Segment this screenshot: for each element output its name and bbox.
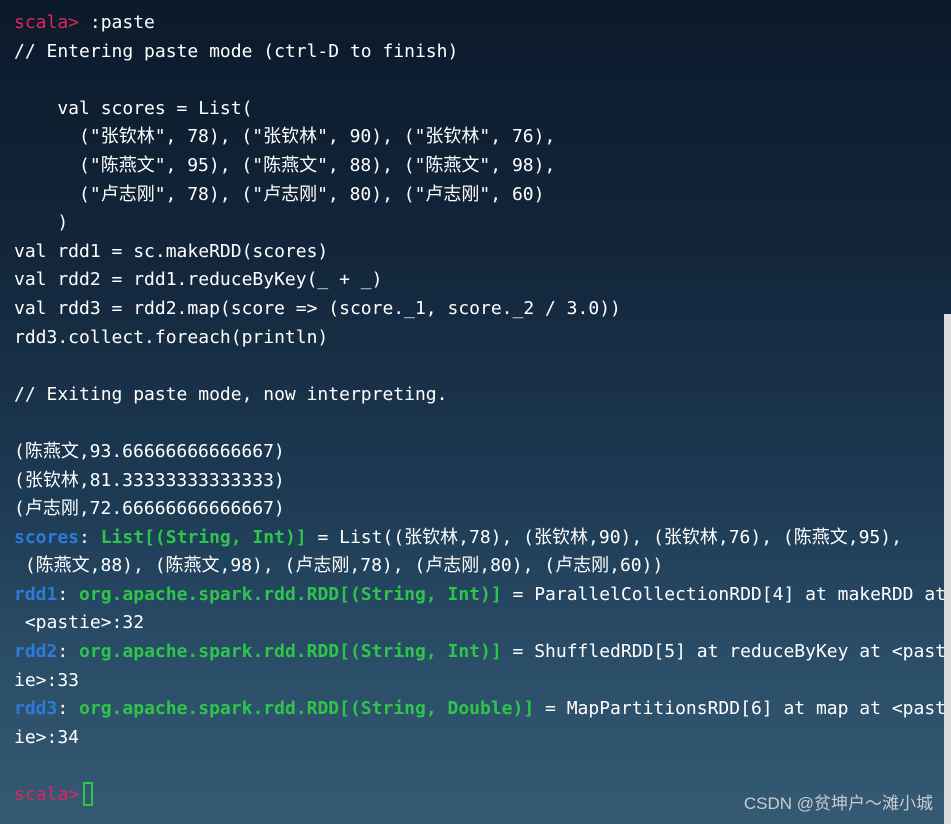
code-line: rdd3.collect.foreach(println) bbox=[14, 326, 329, 348]
output-line: (陈燕文,93.66666666666667) bbox=[14, 440, 285, 462]
prompt: scala> bbox=[14, 784, 80, 806]
result-identifier: rdd1 bbox=[14, 583, 58, 605]
result-identifier: scores bbox=[14, 526, 80, 548]
text-cursor[interactable] bbox=[83, 782, 94, 807]
command-text: :paste bbox=[89, 12, 155, 33]
result-rdd1-line1: rdd1: org.apache.spark.rdd.RDD[(String, … bbox=[14, 583, 947, 605]
result-value: = ParallelCollectionRDD[4] at makeRDD at bbox=[501, 583, 947, 605]
terminal-output[interactable]: scala> :paste // Entering paste mode (ct… bbox=[14, 9, 947, 810]
code-line: ) bbox=[14, 212, 69, 234]
code-line: val rdd2 = rdd1.reduceByKey(_ + _) bbox=[14, 269, 383, 291]
code-line: val rdd1 = sc.makeRDD(scores) bbox=[14, 240, 329, 262]
result-scores-line2: (陈燕文,88), (陈燕文,98), (卢志刚,78), (卢志刚,80), … bbox=[14, 555, 664, 577]
result-rdd3-line2: ie>:34 bbox=[14, 726, 80, 748]
exiting-paste-message: // Exiting paste mode, now interpreting. bbox=[14, 383, 448, 405]
output-line: (张钦林,81.33333333333333) bbox=[14, 469, 285, 491]
code-line: val rdd3 = rdd2.map(score => (score._1, … bbox=[14, 297, 621, 319]
result-value: = List((张钦林,78), (张钦林,90), (张钦林,76), (陈燕… bbox=[306, 526, 902, 548]
prompt-line: scala> :paste bbox=[14, 9, 944, 38]
result-rdd2-line1: rdd2: org.apache.spark.rdd.RDD[(String, … bbox=[14, 641, 947, 663]
result-type: org.apache.spark.rdd.RDD[(String, Int)] bbox=[79, 583, 502, 605]
result-type: List[(String, Int)] bbox=[100, 526, 307, 548]
result-type: org.apache.spark.rdd.RDD[(String, Int)] bbox=[79, 641, 502, 663]
result-value: = ShuffledRDD[5] at reduceByKey at <past bbox=[501, 641, 947, 663]
entering-paste-message: // Entering paste mode (ctrl-D to finish… bbox=[14, 40, 459, 62]
watermark: CSDN @贫坤户～滩小城 bbox=[743, 794, 933, 813]
result-scores-line1: scores: List[(String, Int)] = List((张钦林,… bbox=[14, 526, 902, 548]
result-rdd3-line1: rdd3: org.apache.spark.rdd.RDD[(String, … bbox=[14, 698, 947, 720]
result-rdd1-line2: <pastie>:32 bbox=[14, 612, 145, 634]
output-line: (卢志刚,72.66666666666667) bbox=[14, 498, 285, 520]
code-line: ("卢志刚", 78), ("卢志刚", 80), ("卢志刚", 60) bbox=[14, 183, 545, 205]
result-identifier: rdd2 bbox=[14, 641, 58, 663]
result-value: = MapPartitionsRDD[6] at map at <past bbox=[534, 698, 947, 720]
code-line: val scores = List( bbox=[14, 97, 253, 119]
code-line: ("张钦林", 78), ("张钦林", 90), ("张钦林", 76), bbox=[14, 126, 556, 148]
result-rdd2-line2: ie>:33 bbox=[14, 669, 80, 691]
scrollbar[interactable] bbox=[944, 314, 951, 824]
result-identifier: rdd3 bbox=[14, 698, 58, 720]
code-line: ("陈燕文", 95), ("陈燕文", 88), ("陈燕文", 98), bbox=[14, 154, 556, 176]
result-type: org.apache.spark.rdd.RDD[(String, Double… bbox=[79, 698, 535, 720]
prompt: scala> bbox=[14, 12, 80, 33]
